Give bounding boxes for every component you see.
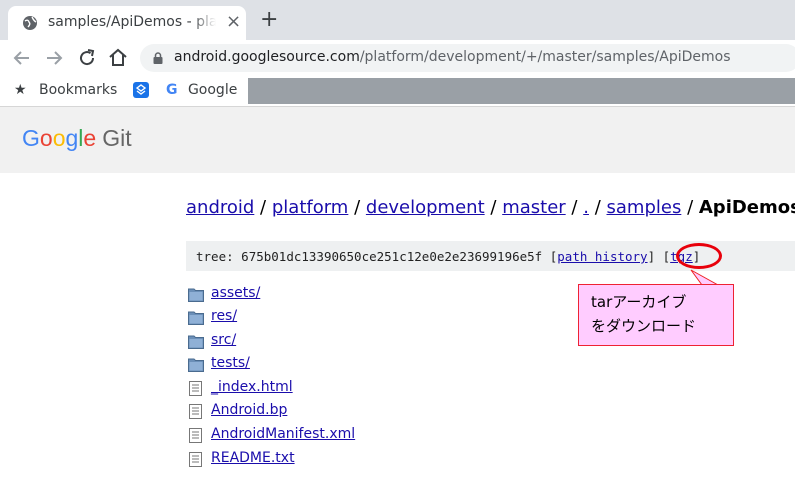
tab-title: samples/ApiDemos - platform/development … — [48, 14, 216, 30]
reload-icon[interactable] — [75, 46, 99, 70]
breadcrumb-platform[interactable]: platform — [272, 197, 348, 218]
callout-line-2: をダウンロード — [591, 317, 697, 335]
breadcrumb-separator: / — [490, 197, 497, 218]
url-text: android.googlesource.com/platform/develo… — [174, 49, 731, 65]
bookmarks-bar: ★ Bookmarks G Google — [0, 76, 795, 107]
url-path: /platform/development/+/master/samples/A… — [359, 49, 731, 65]
file-link[interactable]: assets/ — [211, 285, 260, 301]
folder-icon — [188, 288, 204, 302]
browser-toolbar: android.googlesource.com/platform/develo… — [0, 40, 795, 76]
file-link[interactable]: tests/ — [211, 355, 250, 371]
file-icon — [189, 428, 202, 443]
bookmark-app[interactable] — [133, 82, 149, 100]
tab-close-button[interactable]: × — [226, 13, 241, 31]
browser-tab[interactable]: samples/ApiDemos - platform/development … — [8, 6, 246, 40]
breadcrumb-separator: / — [354, 197, 361, 218]
forward-icon[interactable] — [42, 46, 66, 70]
bookmarks-redacted-area — [248, 78, 795, 104]
file-link[interactable]: README.txt — [211, 450, 295, 466]
file-link[interactable]: res/ — [211, 308, 237, 324]
breadcrumb-development[interactable]: development — [366, 197, 485, 218]
file-icon — [189, 404, 202, 419]
logo-letter: o — [39, 125, 53, 151]
breadcrumb-current: ApiDemos — [698, 197, 795, 218]
google-git-logo[interactable]: Google Git — [22, 125, 132, 152]
logo-letter: e — [83, 125, 97, 151]
site-header: Google Git — [0, 107, 795, 173]
file-icon — [189, 381, 202, 396]
callout-line-1: tarアーカイブ — [591, 293, 687, 311]
bookmark-google-label: Google — [187, 82, 238, 98]
bookmarks-menu[interactable]: ★ Bookmarks — [14, 82, 117, 98]
breadcrumb-separator: / — [260, 197, 267, 218]
logo-git: Git — [102, 125, 132, 151]
app-icon — [133, 82, 149, 98]
bookmarks-label: Bookmarks — [39, 82, 118, 98]
tree-hash: 675b01dc13390650ce251c12e0e2e23699196e5f — [241, 249, 543, 264]
file-icon — [189, 452, 202, 467]
folder-icon — [188, 335, 204, 349]
breadcrumb-root[interactable]: . — [583, 197, 589, 218]
folder-icon — [188, 358, 204, 372]
logo-letter: g — [65, 125, 79, 151]
path-history-link[interactable]: path history — [557, 249, 647, 264]
logo-google: Google — [22, 125, 96, 151]
tree-info-text: tree: 675b01dc13390650ce251c12e0e2e23699… — [196, 249, 701, 264]
logo-letter: G — [22, 125, 40, 151]
home-icon[interactable] — [106, 46, 130, 70]
google-icon: G — [166, 82, 178, 98]
breadcrumb-samples[interactable]: samples — [607, 197, 682, 218]
logo-letter: o — [52, 125, 66, 151]
star-icon: ★ — [14, 82, 27, 98]
breadcrumb-android[interactable]: android — [186, 197, 254, 218]
breadcrumb-separator: / — [594, 197, 601, 218]
tab-strip: samples/ApiDemos - platform/development … — [0, 0, 795, 40]
annotation-callout: tarアーカイブ をダウンロード — [578, 284, 734, 346]
tree-label: tree: — [196, 249, 234, 264]
new-tab-button[interactable]: + — [260, 9, 278, 31]
breadcrumb-master[interactable]: master — [502, 197, 565, 218]
folder-icon — [188, 311, 204, 325]
breadcrumb-separator: / — [687, 197, 694, 218]
breadcrumb-separator: / — [571, 197, 578, 218]
file-link[interactable]: AndroidManifest.xml — [211, 426, 355, 442]
file-link[interactable]: _index.html — [211, 379, 293, 395]
globe-icon — [23, 16, 37, 30]
file-link[interactable]: src/ — [211, 332, 236, 348]
breadcrumb: android / platform / development / maste… — [186, 197, 795, 218]
file-link[interactable]: Android.bp — [211, 402, 287, 418]
back-icon[interactable] — [10, 46, 34, 70]
url-domain: android.googlesource.com — [174, 49, 360, 65]
bookmark-google[interactable]: G Google — [166, 82, 237, 98]
lock-icon — [153, 52, 163, 64]
tgz-highlight-ellipse — [676, 243, 722, 269]
address-bar[interactable]: android.googlesource.com/platform/develo… — [140, 44, 795, 72]
